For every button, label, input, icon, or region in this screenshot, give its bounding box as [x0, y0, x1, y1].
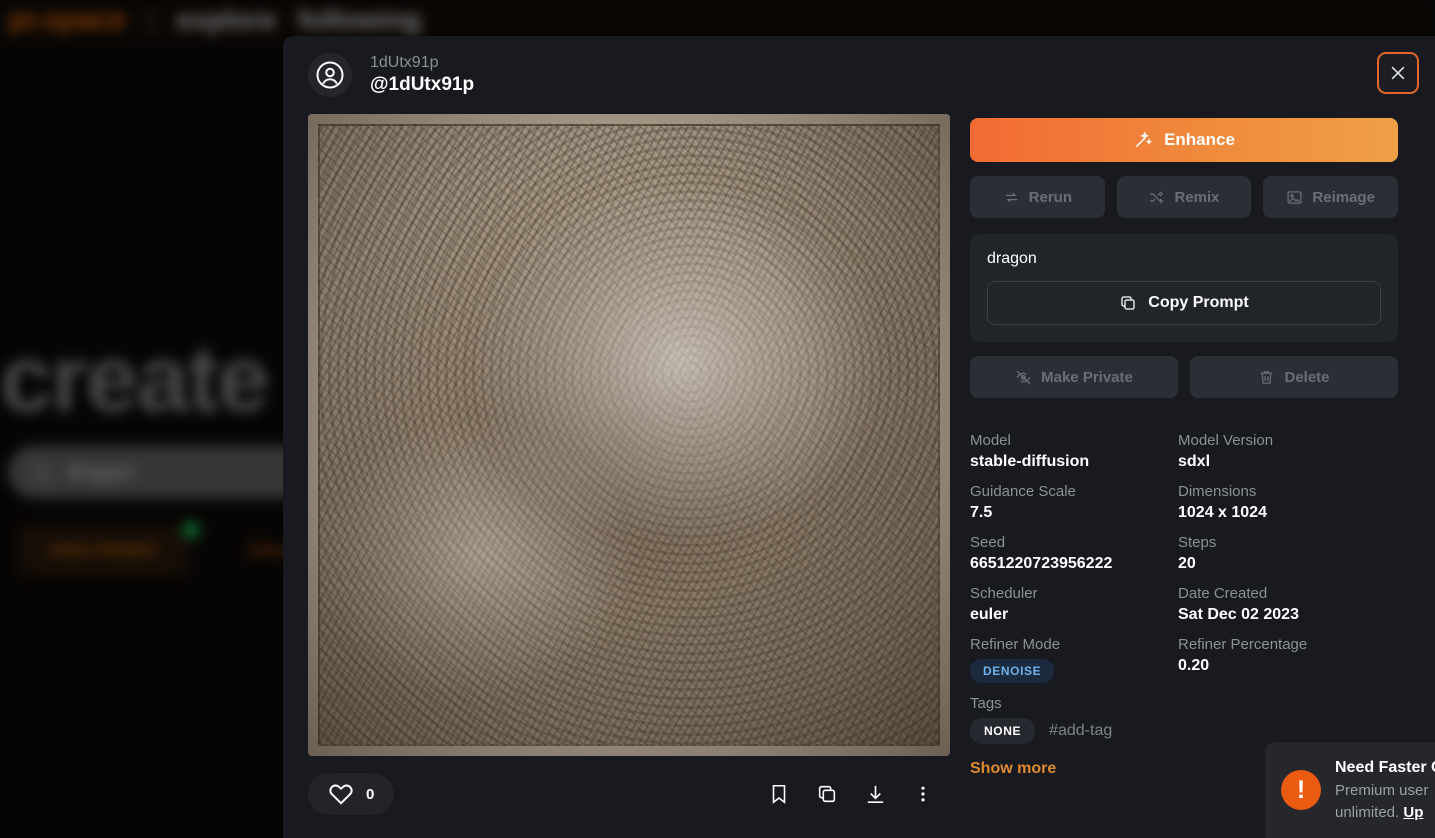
toast-text: Need Faster G Premium user unlimited. Up — [1335, 756, 1435, 825]
upgrade-toast[interactable]: ! Need Faster G Premium user unlimited. … — [1265, 742, 1435, 838]
user-display-name: 1dUtx91p — [370, 53, 439, 71]
rerun-button[interactable]: Rerun — [970, 176, 1105, 218]
eye-off-icon — [1016, 370, 1031, 384]
trash-icon — [1261, 370, 1273, 384]
meta-item-guidance-scale: Guidance Scale 7.5 — [970, 471, 1178, 522]
generated-image[interactable] — [308, 114, 950, 756]
copy-icon — [1121, 296, 1135, 310]
meta-label: Date Created — [1178, 585, 1268, 602]
remix-button[interactable]: Remix — [1116, 176, 1252, 218]
refiner-mode-badge: DENOISE — [970, 659, 1055, 683]
like-count: 0 — [366, 785, 375, 803]
meta-label: Tags — [970, 695, 1002, 712]
toast-upgrade-link[interactable]: Up — [1403, 804, 1423, 821]
make-private-button[interactable]: Make Private — [970, 356, 1178, 398]
meta-item-dimensions: Dimensions 1024 x 1024 — [1178, 471, 1398, 522]
modal-header: 1dUtx91p @1dUtx91p — [283, 36, 1435, 114]
show-more-button[interactable]: Show more — [970, 760, 1178, 778]
meta-item-tags: Tags NONE #add-tag Show more — [970, 683, 1178, 778]
meta-value: sdxl — [1178, 453, 1211, 470]
user-handle: @1dUtx91p — [370, 74, 475, 96]
add-tag-button[interactable]: #add-tag — [1049, 722, 1112, 740]
metadata-grid: Model stable-diffusion Model Version sdx… — [970, 420, 1398, 778]
enhance-label: Enhance — [1164, 130, 1235, 149]
reimage-button[interactable]: Reimage — [1263, 176, 1399, 218]
image-icon-group — [766, 781, 950, 807]
meta-label: Refiner Percentage — [1178, 636, 1308, 653]
more-vertical-icon — [921, 786, 925, 802]
meta-item-model: Model stable-diffusion — [970, 420, 1178, 471]
download-button[interactable] — [862, 781, 888, 807]
copy-prompt-label: Copy Prompt — [1148, 294, 1249, 311]
meta-label: Model — [970, 432, 1011, 449]
meta-item-steps: Steps 20 — [1178, 522, 1398, 573]
meta-label: Seed — [970, 534, 1006, 551]
toast-body-line2: unlimited. Up — [1335, 802, 1435, 825]
enhance-button[interactable]: Enhance — [970, 118, 1398, 162]
toast-body-line1: Premium user — [1335, 781, 1429, 799]
image-detail-modal: 1dUtx91p @1dUtx91p 0 Enhance Rerun Remix… — [283, 36, 1435, 838]
meta-item-refiner-mode: Refiner Mode DENOISE — [970, 624, 1178, 683]
meta-item-model-version: Model Version sdxl — [1178, 420, 1398, 471]
reimage-label: Reimage — [1312, 188, 1375, 206]
rerun-icon — [1005, 192, 1017, 202]
meta-value: euler — [970, 606, 1009, 623]
user-block: 1dUtx91p @1dUtx91p — [370, 54, 474, 96]
alert-icon: ! — [1281, 770, 1321, 810]
more-options-button[interactable] — [910, 781, 936, 807]
meta-value: 0.20 — [1178, 657, 1210, 674]
like-button[interactable]: 0 — [308, 773, 395, 815]
meta-item-date-created: Date Created Sat Dec 02 2023 — [1178, 573, 1398, 624]
magic-wand-icon — [1135, 131, 1153, 148]
copy-icon — [818, 785, 836, 803]
tag-badge: NONE — [970, 718, 1036, 744]
bookmark-button[interactable] — [766, 781, 792, 807]
user-avatar-icon — [316, 61, 344, 89]
meta-value: 20 — [1178, 555, 1196, 572]
meta-value: 1024 x 1024 — [1178, 504, 1267, 521]
delete-button[interactable]: Delete — [1190, 356, 1398, 398]
make-private-label: Make Private — [1041, 368, 1133, 386]
meta-label: Dimensions — [1178, 483, 1257, 500]
download-icon — [867, 785, 883, 803]
secondary-action-row: Rerun Remix Reimage — [970, 176, 1399, 218]
meta-label: Scheduler — [970, 585, 1038, 602]
image-column: 0 — [308, 114, 950, 838]
remix-label: Remix — [1174, 188, 1220, 206]
modal-body: 0 Enhance Rerun Remix Reimage dragon Cop… — [283, 114, 1435, 838]
manage-action-row: Make Private Delete — [970, 356, 1398, 398]
image-action-bar: 0 — [308, 764, 950, 824]
meta-value: 6651220723956222 — [970, 555, 1113, 572]
meta-item-refiner-percentage: Refiner Percentage 0.20 — [1178, 624, 1398, 683]
avatar[interactable] — [308, 53, 352, 97]
artwork-vignette — [308, 114, 950, 756]
copy-prompt-button[interactable]: Copy Prompt — [987, 281, 1381, 325]
meta-value: stable-diffusion — [970, 453, 1090, 470]
bookmark-icon — [772, 784, 786, 804]
heart-icon — [329, 784, 353, 805]
meta-item-scheduler: Scheduler euler — [970, 573, 1178, 624]
meta-label: Refiner Mode — [970, 636, 1061, 653]
toast-body-text: unlimited. — [1335, 804, 1404, 821]
meta-value: 7.5 — [970, 504, 993, 521]
meta-item-seed: Seed 6651220723956222 — [970, 522, 1178, 573]
shuffle-icon — [1150, 190, 1164, 204]
meta-label: Guidance Scale — [970, 483, 1076, 500]
prompt-card: dragon Copy Prompt — [970, 234, 1398, 342]
close-icon — [1391, 66, 1405, 80]
prompt-text: dragon — [987, 250, 1037, 267]
close-button[interactable] — [1377, 52, 1419, 94]
rerun-label: Rerun — [1028, 188, 1072, 206]
delete-label: Delete — [1284, 368, 1330, 386]
image-icon — [1287, 190, 1302, 204]
toast-title: Need Faster G — [1335, 758, 1435, 776]
meta-label: Steps — [1178, 534, 1217, 551]
copy-image-button[interactable] — [814, 781, 840, 807]
screen: pr.space | explore following create drag… — [0, 0, 1435, 838]
details-column: Enhance Rerun Remix Reimage dragon Copy … — [970, 114, 1399, 838]
tags-row: NONE #add-tag — [970, 718, 1178, 744]
meta-value: Sat Dec 02 2023 — [1178, 606, 1299, 623]
meta-label: Model Version — [1178, 432, 1274, 449]
